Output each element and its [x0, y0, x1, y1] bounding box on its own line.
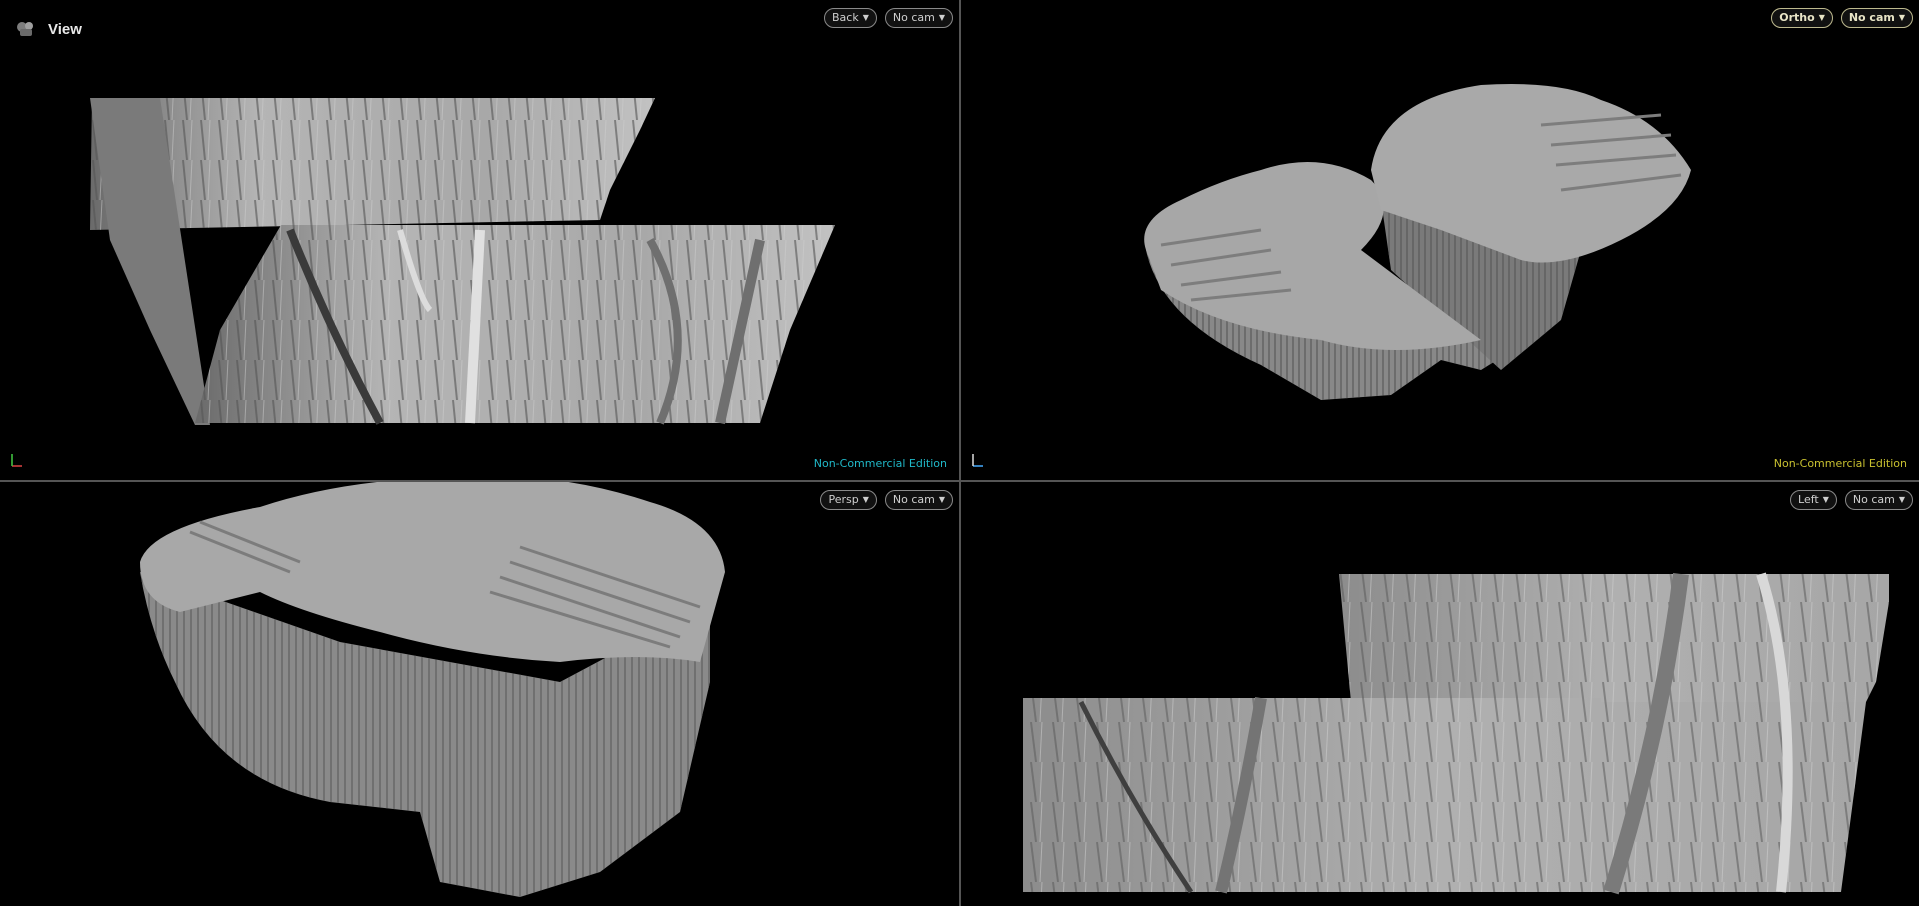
camera-dropdown[interactable]: No cam ▼ [884, 8, 953, 28]
chevron-down-icon: ▼ [1898, 495, 1905, 504]
mesh-render-left [1023, 572, 1889, 895]
watermark-text: Non-Commercial Edition [1773, 457, 1907, 470]
viewport-divider-vertical[interactable] [959, 0, 961, 906]
view-dropdown[interactable]: Back ▼ [824, 8, 877, 28]
viewport-back[interactable]: View Back ▼ No cam ▼ Non-Commercial Edit… [0, 0, 959, 480]
viewport-persp[interactable]: Persp ▼ No cam ▼ [0, 482, 959, 906]
view-dropdown[interactable]: Left ▼ [1790, 490, 1837, 510]
camera-label: No cam [1848, 11, 1895, 24]
viewer-title-text: View [48, 20, 82, 38]
mesh-render-ortho [1144, 84, 1691, 400]
view-label: Persp [828, 493, 859, 506]
chevron-down-icon: ▼ [938, 495, 945, 504]
view-dropdown[interactable]: Persp ▼ [820, 490, 877, 510]
viewer-title: View [14, 18, 82, 40]
view-label: Ortho [1779, 11, 1815, 24]
view-dropdown[interactable]: Ortho ▼ [1771, 8, 1833, 28]
camera-dropdown[interactable]: No cam ▼ [884, 490, 953, 510]
axis-gizmo-icon [972, 454, 983, 467]
view-label: Left [1798, 493, 1819, 506]
camera-dropdown[interactable]: No cam ▼ [1844, 490, 1913, 510]
camera-label: No cam [1852, 493, 1895, 506]
watermark-text: Non-Commercial Edition [813, 457, 947, 470]
chevron-down-icon: ▼ [862, 495, 869, 504]
camera-icon[interactable] [14, 18, 38, 40]
mesh-render-back [90, 98, 835, 425]
view-label: Back [832, 11, 859, 24]
mesh-render-persp [140, 482, 725, 897]
chevron-down-icon: ▼ [1822, 495, 1829, 504]
camera-label: No cam [892, 493, 935, 506]
camera-label: No cam [892, 11, 935, 24]
viewport-ortho[interactable]: Ortho ▼ No cam ▼ Non-Commercial Edition [961, 0, 1919, 480]
viewport-divider-horizontal[interactable] [0, 480, 1919, 482]
axis-gizmo-icon [11, 454, 22, 467]
chevron-down-icon: ▼ [1898, 13, 1905, 22]
chevron-down-icon: ▼ [938, 13, 945, 22]
chevron-down-icon: ▼ [1818, 13, 1825, 22]
camera-dropdown[interactable]: No cam ▼ [1840, 8, 1913, 28]
chevron-down-icon: ▼ [862, 13, 869, 22]
viewport-left[interactable]: Left ▼ No cam ▼ [961, 482, 1919, 906]
